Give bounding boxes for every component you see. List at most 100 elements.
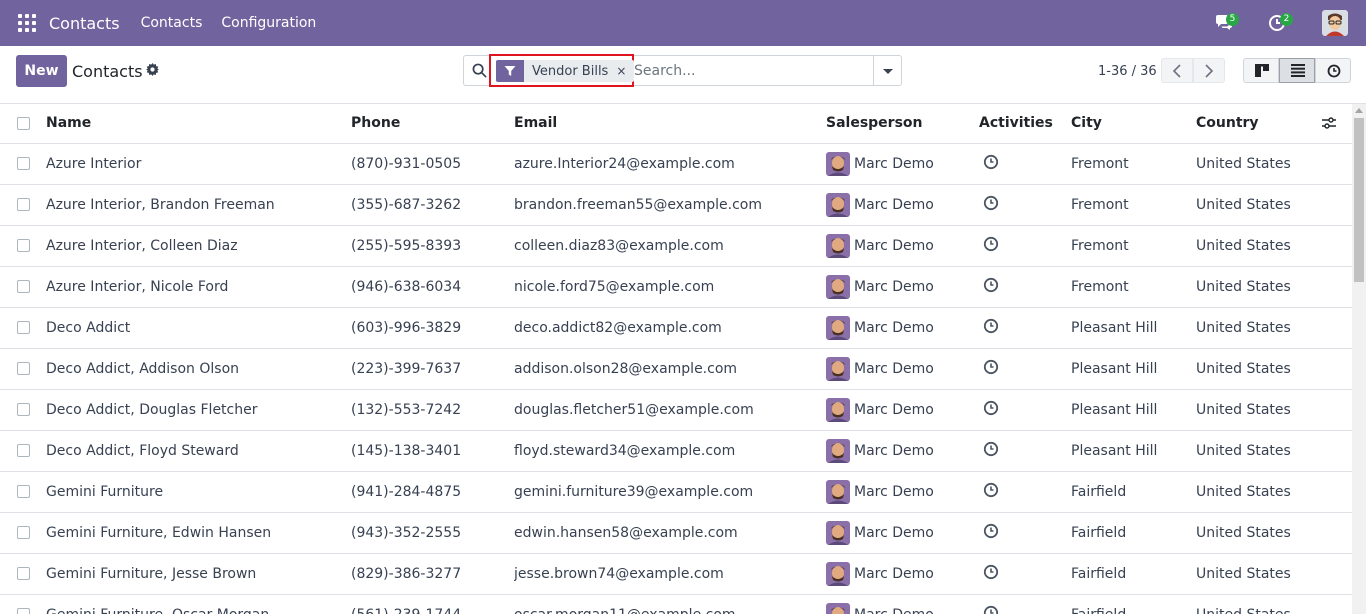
row-checkbox[interactable] [17,567,30,580]
activity-clock-icon[interactable] [983,482,999,502]
cell-country[interactable]: United States [1196,389,1322,431]
search-input[interactable] [634,60,864,82]
activity-clock-icon[interactable] [983,523,999,543]
user-avatar[interactable] [1322,10,1348,36]
cell-name[interactable]: Deco Addict, Floyd Steward [46,430,351,472]
activity-clock-icon[interactable] [983,359,999,379]
cell-phone[interactable]: (132)-553-7242 [351,389,514,431]
cell-salesperson[interactable]: Marc Demo [826,430,979,472]
cell-salesperson[interactable]: Marc Demo [826,594,979,614]
cell-phone[interactable]: (946)-638-6034 [351,266,514,308]
row-checkbox[interactable] [17,485,30,498]
activity-clock-icon[interactable] [983,195,999,215]
cell-phone[interactable]: (223)-399-7637 [351,348,514,390]
table-row[interactable]: Deco Addict, Douglas Fletcher (132)-553-7… [0,389,1352,431]
cell-activities[interactable] [979,225,1071,267]
cell-city[interactable]: Fairfield [1071,471,1196,513]
view-kanban-button[interactable] [1243,58,1279,83]
cell-name[interactable]: Gemini Furniture, Edwin Hansen [46,512,351,554]
cell-activities[interactable] [979,512,1071,554]
cell-phone[interactable]: (870)-931-0505 [351,143,514,185]
cell-country[interactable]: United States [1196,430,1322,472]
cell-name[interactable]: Azure Interior, Nicole Ford [46,266,351,308]
cell-email[interactable]: jesse.brown74@example.com [514,553,826,595]
facet-remove-icon[interactable]: × [616,60,634,82]
activity-clock-icon[interactable] [983,441,999,461]
cell-activities[interactable] [979,143,1071,185]
cell-email[interactable]: oscar.morgan11@example.com [514,594,826,614]
cell-name[interactable]: Deco Addict [46,307,351,349]
cell-name[interactable]: Gemini Furniture, Jesse Brown [46,553,351,595]
filter-facet[interactable]: Vendor Bills × [496,60,635,82]
cell-activities[interactable] [979,471,1071,513]
table-row[interactable]: Gemini Furniture, Jesse Brown (829)-386-3… [0,553,1352,595]
cell-activities[interactable] [979,553,1071,595]
view-activity-button[interactable] [1315,58,1351,83]
table-row[interactable]: Azure Interior, Brandon Freeman (355)-687… [0,184,1352,226]
row-checkbox[interactable] [17,526,30,539]
table-row[interactable]: Azure Interior, Nicole Ford (946)-638-603… [0,266,1352,308]
cell-country[interactable]: United States [1196,512,1322,554]
cell-phone[interactable]: (561)-239-1744 [351,594,514,614]
app-brand[interactable]: Contacts [49,14,120,33]
view-list-button[interactable] [1279,58,1315,83]
cell-activities[interactable] [979,307,1071,349]
select-all-checkbox[interactable] [17,116,30,130]
activity-clock-icon[interactable] [983,277,999,297]
cell-country[interactable]: United States [1196,184,1322,226]
cell-name[interactable]: Gemini Furniture, Oscar Morgan [46,594,351,614]
column-phone[interactable]: Phone [351,104,514,144]
search-options-toggle[interactable] [873,55,902,86]
cell-phone[interactable]: (145)-138-3401 [351,430,514,472]
table-row[interactable]: Deco Addict, Floyd Steward (145)-138-3401… [0,430,1352,472]
cell-phone[interactable]: (603)-996-3829 [351,307,514,349]
table-row[interactable]: Gemini Furniture (941)-284-4875 gemini.fur… [0,471,1352,513]
cell-name[interactable]: Deco Addict, Douglas Fletcher [46,389,351,431]
activity-clock-icon[interactable] [983,400,999,420]
new-button[interactable]: New [16,55,67,87]
row-checkbox[interactable] [17,608,30,614]
cell-phone[interactable]: (255)-595-8393 [351,225,514,267]
scroll-up-arrow-icon[interactable] [1355,108,1363,113]
column-name[interactable]: Name [46,104,351,144]
cell-phone[interactable]: (943)-352-2555 [351,512,514,554]
cell-activities[interactable] [979,184,1071,226]
row-checkbox[interactable] [17,198,30,211]
activity-clock-icon[interactable] [983,236,999,256]
menu-configuration[interactable]: Configuration [221,15,316,31]
cell-salesperson[interactable]: Marc Demo [826,553,979,595]
cell-country[interactable]: United States [1196,553,1322,595]
cell-salesperson[interactable]: Marc Demo [826,348,979,390]
cell-activities[interactable] [979,348,1071,390]
cell-salesperson[interactable]: Marc Demo [826,389,979,431]
cell-country[interactable]: United States [1196,266,1322,308]
column-email[interactable]: Email [514,104,826,144]
row-checkbox[interactable] [17,239,30,252]
column-city[interactable]: City [1071,104,1196,144]
cell-city[interactable]: Fairfield [1071,512,1196,554]
activity-clock-icon[interactable] [983,564,999,584]
cell-country[interactable]: United States [1196,225,1322,267]
apps-menu-icon[interactable] [18,14,36,32]
cell-city[interactable]: Pleasant Hill [1071,389,1196,431]
row-checkbox[interactable] [17,280,30,293]
cell-name[interactable]: Gemini Furniture [46,471,351,513]
cell-email[interactable]: deco.addict82@example.com [514,307,826,349]
column-salesperson[interactable]: Salesperson [826,104,979,144]
cell-city[interactable]: Fremont [1071,225,1196,267]
row-checkbox[interactable] [17,321,30,334]
activity-clock-icon[interactable] [983,605,999,614]
cell-email[interactable]: addison.olson28@example.com [514,348,826,390]
cell-city[interactable]: Fremont [1071,184,1196,226]
row-checkbox[interactable] [17,157,30,170]
cell-email[interactable]: brandon.freeman55@example.com [514,184,826,226]
column-settings-icon[interactable] [1322,117,1336,129]
cell-name[interactable]: Deco Addict, Addison Olson [46,348,351,390]
cell-salesperson[interactable]: Marc Demo [826,266,979,308]
cell-name[interactable]: Azure Interior [46,143,351,185]
activity-clock-icon[interactable] [983,154,999,174]
cell-country[interactable]: United States [1196,471,1322,513]
column-country[interactable]: Country [1196,104,1322,144]
cell-activities[interactable] [979,389,1071,431]
cell-activities[interactable] [979,266,1071,308]
